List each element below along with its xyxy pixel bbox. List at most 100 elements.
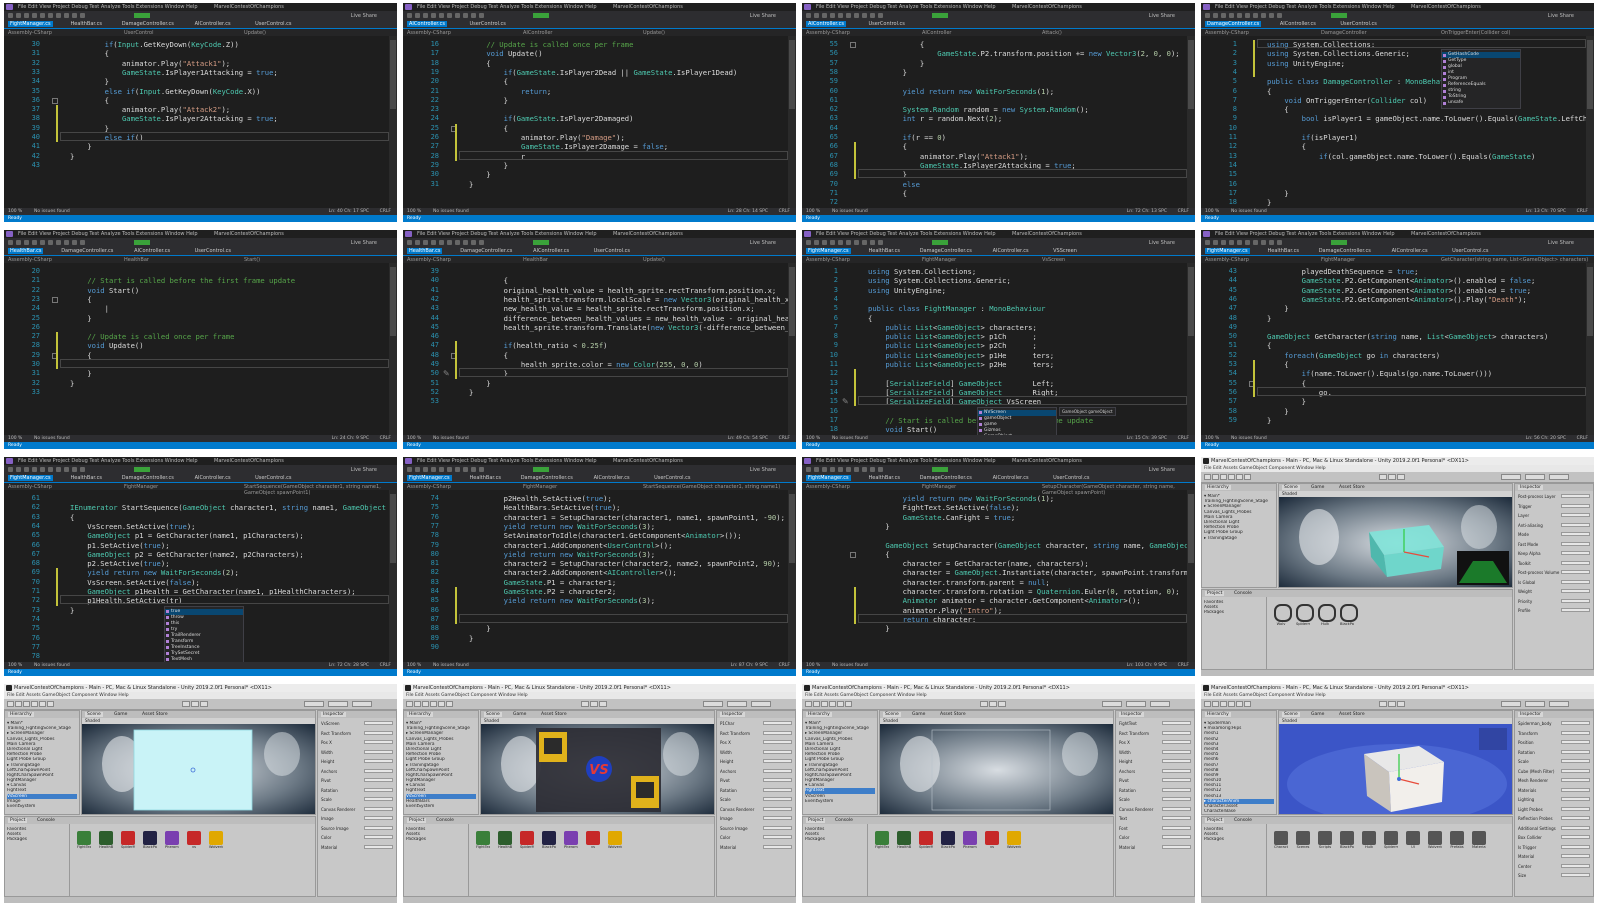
asset-thumbnail[interactable]: vs	[586, 831, 600, 849]
hierarchy-tab[interactable]: Hierarchy	[5, 711, 79, 718]
inspector-field[interactable]: Is Trigger	[1518, 844, 1590, 850]
inspector-field[interactable]: Rect Transform	[321, 730, 393, 736]
code-line[interactable]: System.Random random = new System.Random…	[868, 105, 1089, 114]
code-line[interactable]: FightText.SetActive(false);	[868, 503, 1020, 512]
live-share-button[interactable]: Live Share	[1548, 13, 1574, 19]
inspector-field[interactable]: Anchors	[720, 768, 792, 774]
intellisense-popup[interactable]: GetHashCode GetType global int Program Refere…	[1441, 49, 1521, 110]
fold-toggle-icon[interactable]	[850, 551, 856, 558]
editor-tab[interactable]: HealthBar.cs	[1266, 248, 1301, 254]
editor-tab[interactable]: DamageController.cs	[1317, 248, 1373, 254]
toolbar-button-icon[interactable]	[32, 467, 37, 472]
toolbar-button-icon[interactable]	[64, 240, 69, 245]
code-editor[interactable]: 1 2 3 4 5 6 7 8 9 10 11 12 13 14 15 16 17 18 using System.…	[1201, 36, 1594, 208]
code-line[interactable]: }	[469, 180, 473, 189]
code-editor[interactable]: 20 21 22 23 24 25 26 27 28 29 30 31 32 33 // Start is…	[4, 263, 389, 435]
code-line[interactable]: {	[70, 49, 109, 58]
inspector-field[interactable]: Image	[720, 816, 792, 821]
layout-dropdown[interactable]	[751, 701, 771, 707]
inspector-field-value[interactable]	[364, 787, 393, 792]
inspector-field-value[interactable]	[1561, 551, 1590, 555]
inspector-field[interactable]: Center	[1518, 863, 1590, 869]
vertical-scrollbar[interactable]	[1586, 263, 1594, 435]
zoom-level[interactable]: 100 %	[8, 663, 22, 668]
code-line[interactable]: else	[868, 180, 920, 189]
inspector-field-value[interactable]	[1162, 787, 1191, 792]
unity-menu-bar[interactable]: File Edit Assets GameObject Component Wi…	[802, 692, 1195, 699]
toolbar-button-icon[interactable]	[854, 467, 859, 472]
move-tool-icon[interactable]	[1212, 474, 1219, 480]
inspector-field-value[interactable]	[1162, 835, 1191, 839]
project-tabs[interactable]: Project Console	[803, 817, 1113, 824]
code-line[interactable]: yield return new WaitForSeconds(3);	[469, 522, 655, 531]
inspector-field-value[interactable]	[1561, 513, 1590, 517]
suggestion-item[interactable]: NVScreen	[984, 410, 1006, 415]
code-line[interactable]: void Update()	[469, 49, 542, 58]
inspector-field[interactable]: VsScreen	[321, 721, 393, 726]
attach-button[interactable]	[932, 467, 948, 472]
inspector-field[interactable]: Font	[1119, 825, 1191, 831]
toolbar-button-icon[interactable]	[846, 467, 851, 472]
editor-tab[interactable]: UserControl.cs	[1338, 21, 1378, 27]
inspector-field[interactable]: Material	[720, 844, 792, 850]
hierarchy-tab-label[interactable]: Hierarchy	[806, 712, 832, 717]
inspector-field-value[interactable]	[364, 778, 393, 782]
editor-tab[interactable]: UserControl.cs	[1051, 475, 1091, 481]
toolbar-button-icon[interactable]	[806, 13, 811, 18]
suggestion-item[interactable]: Gizmos	[984, 428, 1001, 433]
inspector-field-value[interactable]	[1162, 749, 1191, 754]
hierarchy-item[interactable]: EventSystem	[7, 804, 77, 809]
console-tab[interactable]: Console	[1232, 591, 1254, 596]
attach-button[interactable]	[134, 240, 150, 245]
inspector-field[interactable]: Canvas Renderer	[720, 806, 792, 812]
account-dropdown[interactable]	[703, 701, 723, 707]
asset-thumbnail[interactable]: Spiderman	[1384, 831, 1398, 849]
toolbar-button-icon[interactable]	[1213, 240, 1218, 245]
asset-thumbnail[interactable]: Wolverine	[608, 831, 622, 849]
code-line[interactable]: }	[70, 77, 109, 86]
code-line[interactable]: character.transform.rotation = Quaternio…	[868, 587, 1180, 596]
toolbar-button-icon[interactable]	[822, 13, 827, 18]
asset-store-tab[interactable]: Asset Store	[1337, 485, 1367, 490]
code-line[interactable]: }	[469, 634, 473, 643]
code-line[interactable]: {	[469, 124, 508, 133]
project-tabs[interactable]: Project Console	[1202, 590, 1512, 597]
code-line[interactable]: // Update is called once per frame	[469, 40, 633, 49]
inspector-field[interactable]: Additional Settings	[1518, 825, 1590, 831]
live-share-button[interactable]: Live Share	[351, 467, 377, 473]
code-line[interactable]: {	[1267, 360, 1288, 369]
inspector-tab[interactable]: Inspector	[1116, 711, 1194, 718]
code-line[interactable]: character2 = SetupCharacter(character2, …	[469, 559, 781, 568]
code-line[interactable]: {	[868, 550, 889, 559]
inspector-field-value[interactable]	[763, 844, 792, 849]
toolbar-button-icon[interactable]	[48, 13, 53, 18]
scrollbar-thumb[interactable]	[1587, 40, 1593, 109]
code-line[interactable]: {	[1267, 142, 1306, 151]
rect-tool-icon[interactable]	[1236, 474, 1243, 480]
suggestion-item[interactable]: int	[1448, 70, 1454, 75]
code-line[interactable]: GameState.P2.GetComponent<Animator>().en…	[1267, 286, 1531, 295]
asset-thumbnail[interactable]: vs	[187, 831, 201, 849]
inspector-field[interactable]: Canvas Renderer	[1119, 806, 1191, 812]
inspector-field-value[interactable]	[1561, 797, 1590, 801]
toolbar-button-icon[interactable]	[1261, 240, 1266, 245]
editor-tab[interactable]: HealthBar.cs	[407, 248, 443, 254]
editor-tab[interactable]: HealthBar.cs	[69, 475, 104, 481]
inspector-field-value[interactable]	[1162, 806, 1191, 811]
inspector-field-value[interactable]	[1561, 816, 1590, 820]
toolbar-button-icon[interactable]	[40, 467, 45, 472]
rotate-tool-icon[interactable]	[422, 701, 429, 707]
unity-menu-bar[interactable]: File Edit Assets GameObject Component Wi…	[1201, 465, 1594, 472]
inspector-tab-label[interactable]: Inspector	[321, 712, 346, 717]
vertical-scrollbar[interactable]	[389, 490, 397, 662]
code-line[interactable]: public List<GameObject> characters;	[868, 323, 1036, 332]
inspector-field[interactable]: Box Collider	[1518, 835, 1590, 840]
code-line[interactable]: VsScreen.SetActive(false);	[70, 578, 200, 587]
inspector-field[interactable]: Canvas Renderer	[321, 806, 393, 812]
asset-thumbnail[interactable]: Spiderman	[1296, 604, 1314, 626]
play-button[interactable]	[581, 701, 589, 707]
shading-mode-dropdown[interactable]: Shaded	[484, 718, 499, 723]
transform-tool-icon[interactable]	[1244, 474, 1251, 480]
code-line[interactable]: }	[469, 161, 508, 170]
inspector-field[interactable]: Rect Transform	[1119, 730, 1191, 736]
